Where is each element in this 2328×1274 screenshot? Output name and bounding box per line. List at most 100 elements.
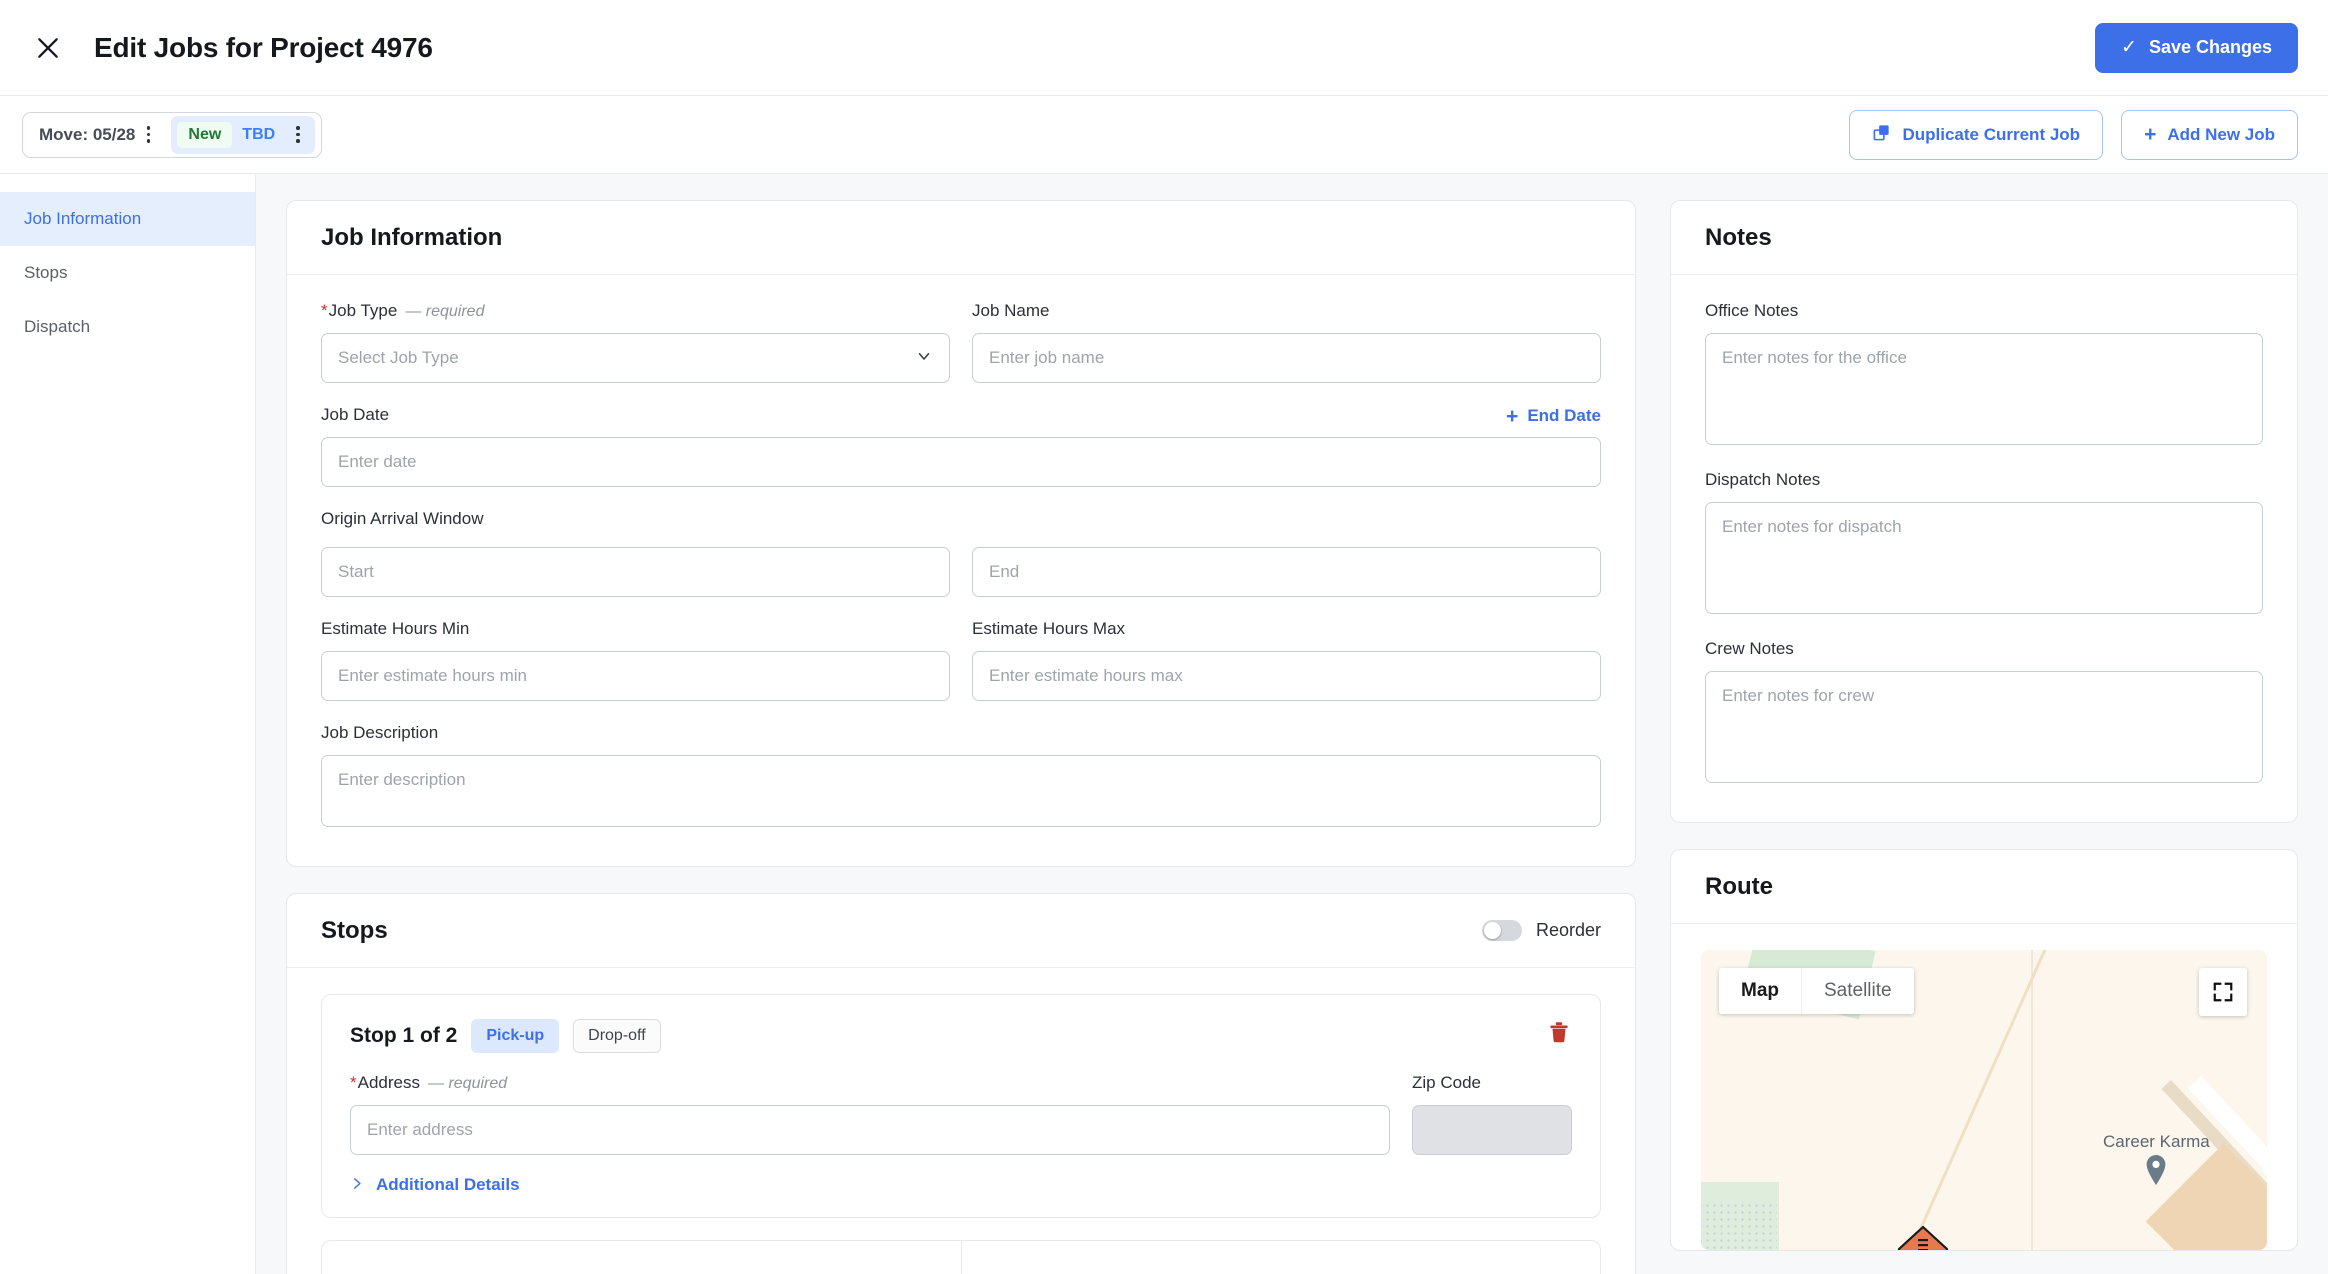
stop-type-pickup-button[interactable]: Pick-up (471, 1019, 560, 1053)
sidebar-item-dispatch[interactable]: Dispatch (0, 300, 255, 354)
stop-title: Stop 1 of 2 (350, 1024, 458, 1047)
job-tab[interactable]: Move: 05/28 New TBD (22, 111, 323, 158)
chevron-down-icon (915, 347, 933, 370)
route-card-header: Route (1671, 850, 2297, 924)
job-status-menu-icon[interactable] (287, 120, 309, 150)
address-label: * Address — required (350, 1073, 1390, 1095)
origin-arrival-window-label: Origin Arrival Window (321, 509, 484, 528)
job-information-card-header: Job Information (287, 201, 1635, 275)
add-end-date-label: End Date (1527, 406, 1601, 425)
job-name-input[interactable] (972, 333, 1601, 383)
map-road (2031, 950, 2033, 1250)
job-description-label: Job Description (321, 723, 439, 742)
save-changes-button[interactable]: ✓ Save Changes (2095, 22, 2298, 73)
map-texture (1701, 1202, 1777, 1250)
origin-arrival-end-input[interactable] (972, 547, 1601, 597)
stop-partial-right (962, 1241, 1601, 1274)
additional-details-toggle[interactable]: Additional Details (350, 1175, 1572, 1195)
stops-card-header: Stops Reorder (287, 894, 1635, 968)
address-required-note: — required (428, 1075, 508, 1092)
status-badge-tbd: TBD (242, 125, 276, 143)
sidebar-item-stops[interactable]: Stops (0, 246, 255, 300)
map-pin-icon (2144, 1154, 2168, 1191)
crew-notes-textarea[interactable] (1705, 671, 2263, 783)
add-new-job-button[interactable]: + Add New Job (2121, 109, 2298, 160)
stop-partial-left (322, 1241, 962, 1274)
required-asterisk: * (321, 301, 328, 320)
job-type-select[interactable]: Select Job Type (321, 333, 950, 383)
job-type-label-text: Job Type (328, 301, 398, 320)
job-date-input[interactable] (321, 437, 1601, 487)
stop-card-next-partial (321, 1240, 1601, 1274)
additional-details-label: Additional Details (376, 1175, 520, 1194)
plus-icon: + (2144, 123, 2157, 146)
job-toolbar: Move: 05/28 New TBD Duplicate Current Jo… (0, 96, 2328, 174)
zip-code-label: Zip Code (1412, 1073, 1481, 1092)
estimate-hours-min-label: Estimate Hours Min (321, 619, 470, 638)
stops-card: Stops Reorder Stop 1 of 2 Pick-up Drop-o… (286, 893, 1636, 1274)
chevron-right-icon (350, 1175, 364, 1195)
notes-title: Notes (1705, 223, 1772, 251)
stops-title: Stops (321, 916, 388, 944)
dispatch-notes-label: Dispatch Notes (1705, 470, 1821, 489)
satellite-view-button[interactable]: Satellite (1801, 968, 1914, 1014)
map-poi-label: Career Karma (2103, 1132, 2210, 1151)
close-icon[interactable] (26, 26, 70, 70)
job-tab-label: Move: 05/28 (39, 124, 136, 144)
estimate-hours-max-input[interactable] (972, 651, 1601, 701)
reorder-toggle-track (1481, 920, 1522, 941)
save-changes-label: Save Changes (2148, 37, 2272, 57)
notes-card: Notes Office Notes Dispatch Notes (1670, 200, 2298, 823)
trash-icon[interactable] (1546, 1019, 1572, 1045)
job-name-label: Job Name (972, 301, 1601, 323)
map-road (1890, 950, 2064, 1250)
section-sidebar: Job Information Stops Dispatch (0, 174, 256, 1274)
status-badge-new: New (177, 121, 233, 148)
reorder-label: Reorder (1535, 920, 1601, 940)
job-type-label: * Job Type — required (321, 301, 950, 323)
reorder-toggle[interactable]: Reorder (1481, 920, 1601, 941)
estimate-hours-min-input[interactable] (321, 651, 950, 701)
map-type-toggle: Map Satellite (1719, 968, 1914, 1014)
sidebar-item-label: Stops (24, 263, 68, 282)
dispatch-notes-textarea[interactable] (1705, 502, 2263, 614)
add-new-job-label: Add New Job (2167, 124, 2275, 144)
house-marker-icon (1897, 1225, 1949, 1250)
job-information-title: Job Information (321, 223, 503, 251)
job-information-card: Job Information * Job Type — required Se… (286, 200, 1636, 867)
job-date-label: Job Date (321, 405, 390, 424)
job-status-group: New TBD (171, 115, 316, 154)
duplicate-current-job-button[interactable]: Duplicate Current Job (1849, 109, 2104, 160)
address-label-text: Address (357, 1073, 420, 1092)
add-end-date-button[interactable]: + End Date (1506, 406, 1601, 427)
job-date-label-row: Job Date + End Date (321, 405, 1601, 427)
notes-card-header: Notes (1671, 201, 2297, 275)
office-notes-label: Office Notes (1705, 301, 1799, 320)
duplicate-current-job-label: Duplicate Current Job (1902, 124, 2081, 144)
route-map[interactable]: Map Satellite Career Karma (1701, 950, 2267, 1250)
job-description-textarea[interactable] (321, 755, 1601, 827)
check-icon: ✓ (2121, 37, 2137, 58)
estimate-hours-max-label: Estimate Hours Max (972, 619, 1126, 638)
stop-type-dropoff-button[interactable]: Drop-off (573, 1019, 661, 1053)
reorder-toggle-knob (1483, 922, 1501, 939)
fullscreen-icon[interactable] (2199, 968, 2247, 1016)
office-notes-textarea[interactable] (1705, 333, 2263, 445)
map-view-button[interactable]: Map (1719, 968, 1801, 1014)
route-title: Route (1705, 872, 1773, 900)
address-input[interactable] (350, 1105, 1390, 1155)
stop-card: Stop 1 of 2 Pick-up Drop-off * Address —… (321, 994, 1601, 1218)
plus-icon: + (1506, 404, 1519, 428)
copy-icon (1872, 123, 1891, 147)
route-card: Route Map Satellite Career Karma (1670, 849, 2298, 1251)
sidebar-item-label: Job Information (24, 209, 142, 228)
job-name-label-text: Job Name (972, 301, 1050, 320)
job-tab-menu-icon[interactable] (137, 120, 159, 150)
required-asterisk: * (350, 1073, 357, 1092)
sidebar-item-job-information[interactable]: Job Information (0, 192, 255, 246)
origin-arrival-start-input[interactable] (321, 547, 950, 597)
app-header: Edit Jobs for Project 4976 ✓ Save Change… (0, 0, 2328, 96)
zip-code-input[interactable] (1412, 1105, 1572, 1155)
map-poi-career-karma: Career Karma (2103, 1132, 2210, 1191)
job-type-placeholder: Select Job Type (338, 348, 459, 367)
